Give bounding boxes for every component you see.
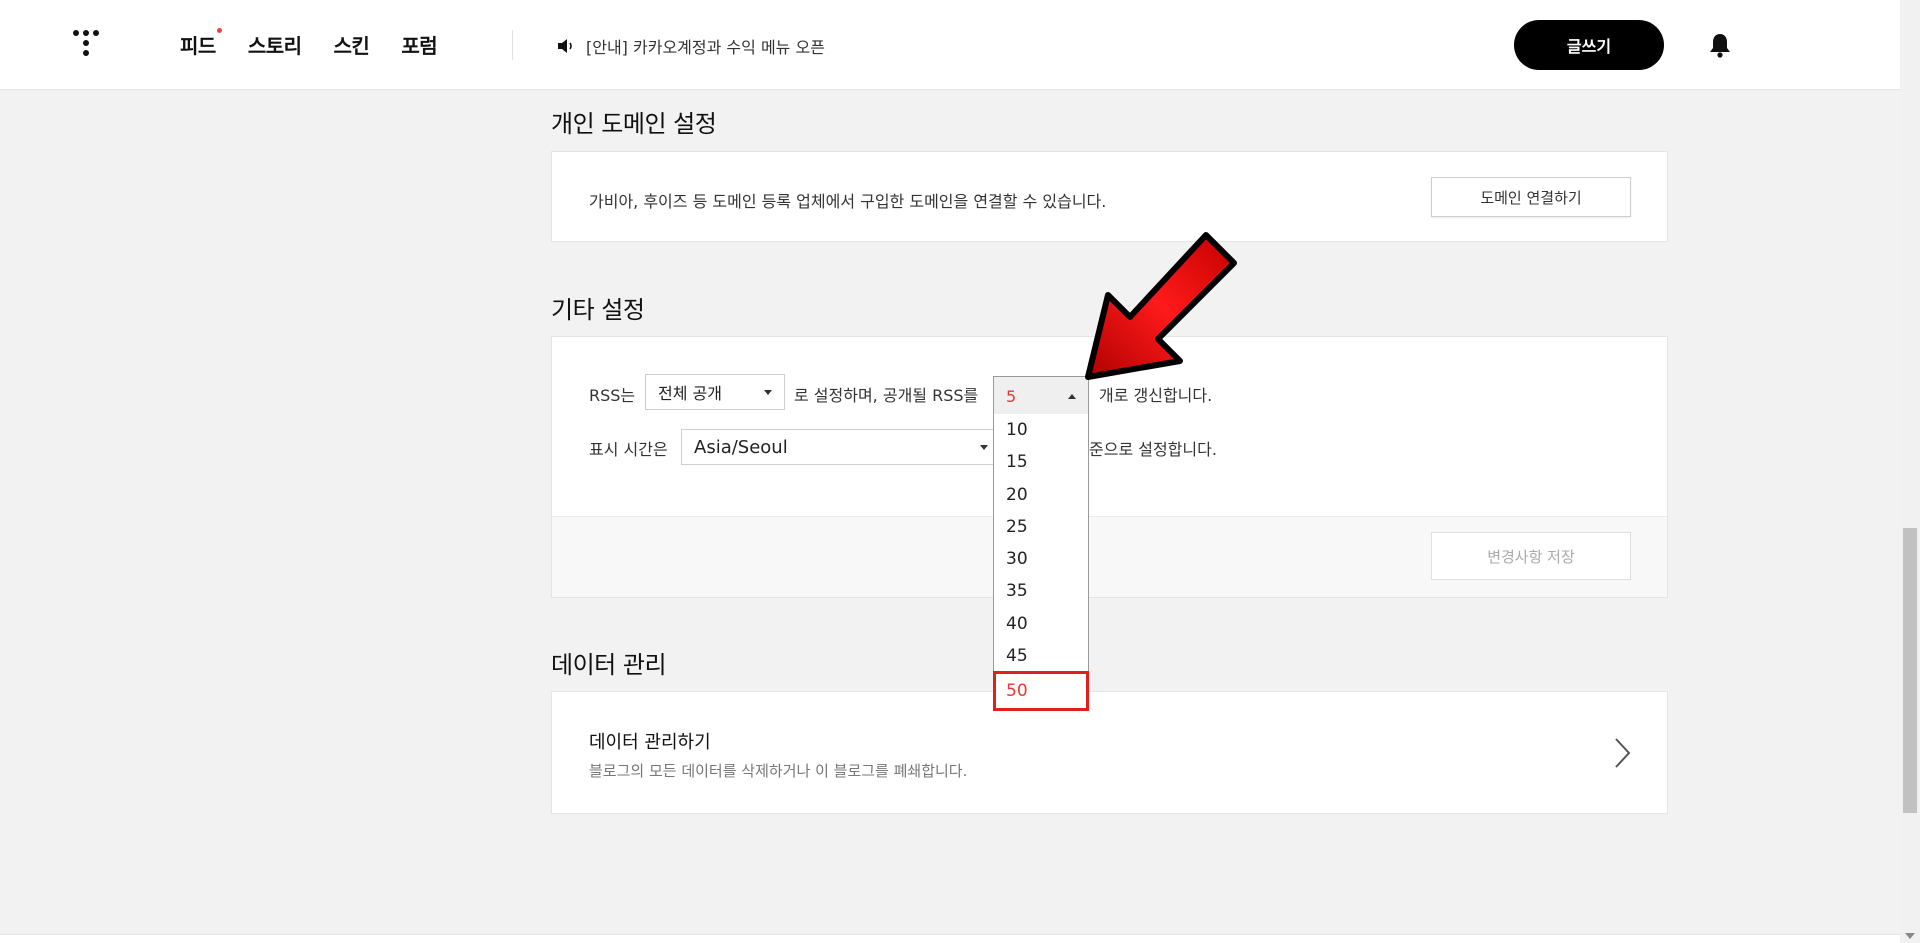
- save-changes-button[interactable]: 변경사항 저장: [1431, 532, 1631, 580]
- other-section-title: 기타 설정: [551, 296, 645, 324]
- rss-count-option[interactable]: 45: [1006, 646, 1028, 666]
- domain-description: 가비아, 후이즈 등 도메인 등록 업체에서 구입한 도메인을 연결할 수 있습…: [589, 192, 1107, 211]
- page-scrollbar[interactable]: [1900, 0, 1920, 943]
- chevron-right-icon: [1615, 738, 1631, 768]
- rss-visibility-value: 전체 공개: [658, 384, 722, 403]
- write-button[interactable]: 글쓰기: [1514, 20, 1664, 70]
- chevron-down-icon: [980, 445, 988, 450]
- nav-item-story[interactable]: 스토리: [248, 30, 302, 59]
- rss-count-option[interactable]: 10: [1006, 420, 1028, 440]
- timezone-value: Asia/Seoul: [694, 436, 788, 458]
- rss-prefix-text: RSS는: [589, 386, 636, 405]
- data-manage-card[interactable]: 데이터 관리하기 블로그의 모든 데이터를 삭제하거나 이 블로그를 폐쇄합니다…: [551, 691, 1668, 814]
- data-section-title: 데이터 관리: [551, 651, 667, 679]
- connect-domain-button[interactable]: 도메인 연결하기: [1431, 177, 1631, 217]
- new-badge-dot: [216, 28, 222, 33]
- settings-footer: 변경사항 저장: [552, 516, 1667, 597]
- rss-count-option[interactable]: 20: [1006, 485, 1028, 505]
- bottom-bar: [0, 934, 1900, 943]
- nav-item-feed[interactable]: 피드: [180, 28, 222, 59]
- rss-count-option[interactable]: 15: [1006, 452, 1028, 472]
- rss-count-option-highlighted[interactable]: 50: [993, 671, 1089, 711]
- rss-count-dropdown[interactable]: 5 10 15 20 25 30 35 40 45 50: [993, 376, 1089, 711]
- notice-text: [안내] 카카오계정과 수익 메뉴 오픈: [586, 38, 825, 57]
- bell-icon[interactable]: [1708, 32, 1732, 62]
- speaker-icon: [556, 37, 576, 55]
- rss-count-select[interactable]: 5: [994, 377, 1088, 414]
- rss-count-option[interactable]: 40: [1006, 614, 1028, 634]
- notice-banner[interactable]: [안내] 카카오계정과 수익 메뉴 오픈: [556, 34, 825, 58]
- scroll-down-icon[interactable]: [1905, 933, 1915, 939]
- nav-item-skin[interactable]: 스킨: [334, 30, 370, 59]
- nav-item-forum[interactable]: 포럼: [401, 30, 437, 59]
- main-nav: 피드 스토리 스킨 포럼: [180, 28, 469, 59]
- tistory-logo[interactable]: [73, 30, 107, 60]
- chevron-up-icon: [1068, 394, 1076, 399]
- timezone-select[interactable]: Asia/Seoul: [681, 429, 1001, 465]
- chevron-down-icon: [764, 390, 772, 395]
- top-header: 피드 스토리 스킨 포럼 [안내] 카카오계정과 수익 메뉴 오픈 글쓰기: [0, 0, 1900, 90]
- rss-suffix-text: 개로 갱신합니다.: [1099, 386, 1213, 405]
- annotation-arrow-icon: [1085, 232, 1237, 380]
- nav-divider: [512, 30, 513, 60]
- time-prefix-text: 표시 시간은: [589, 440, 668, 459]
- rss-count-option[interactable]: 35: [1006, 581, 1028, 601]
- rss-count-current: 5: [1006, 387, 1017, 406]
- time-suffix-text: 준으로 설정합니다.: [1089, 440, 1217, 459]
- rss-visibility-select[interactable]: 전체 공개: [645, 374, 785, 410]
- data-manage-description: 블로그의 모든 데이터를 삭제하거나 이 블로그를 폐쇄합니다.: [589, 762, 968, 780]
- data-manage-title: 데이터 관리하기: [589, 732, 711, 753]
- rss-middle-text: 로 설정하며, 공개될 RSS를: [794, 386, 979, 405]
- rss-count-option[interactable]: 25: [1006, 517, 1028, 537]
- domain-section-title: 개인 도메인 설정: [551, 110, 717, 138]
- rss-count-option[interactable]: 30: [1006, 549, 1028, 569]
- rss-count-option-label: 50: [1006, 681, 1028, 701]
- scrollbar-thumb[interactable]: [1903, 528, 1917, 813]
